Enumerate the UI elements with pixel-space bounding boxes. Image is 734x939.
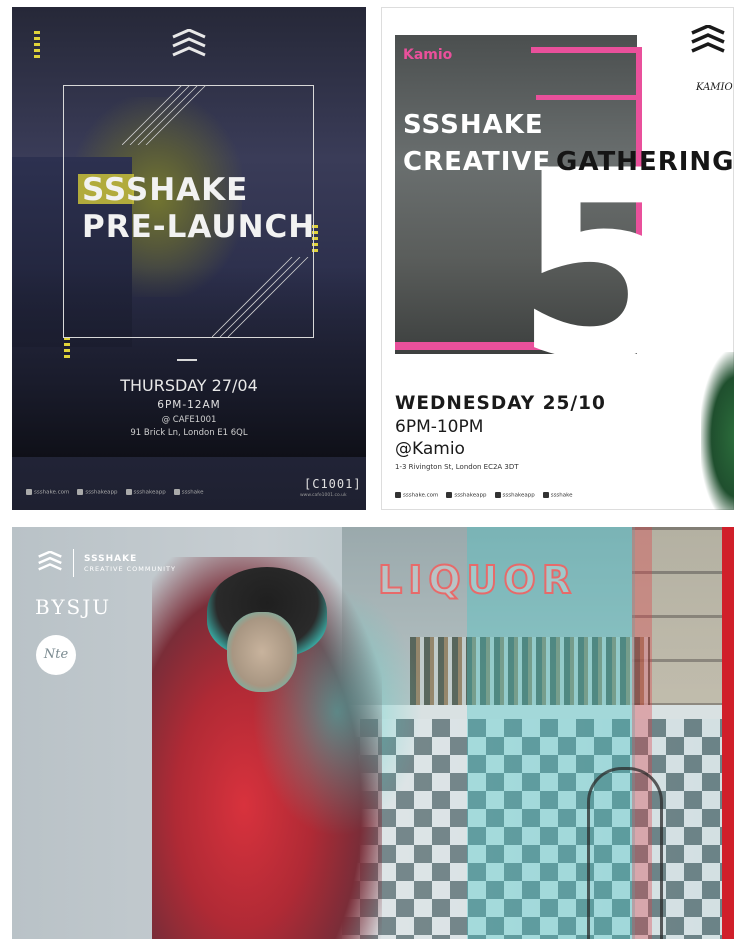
title-line-1: SSSHAKE xyxy=(82,172,249,208)
globe-icon xyxy=(26,489,32,495)
cafe1001-url[interactable]: www.cafe1001.co.uk xyxy=(300,493,347,498)
facebook-icon xyxy=(173,489,180,495)
twitter-link[interactable]: ssshakeapp xyxy=(446,492,487,499)
divider xyxy=(177,359,197,361)
brand-subtitle: CREATIVE COMMUNITY xyxy=(84,564,176,573)
event-date: THURSDAY 27/04 xyxy=(120,376,258,395)
instagram-link[interactable]: ssshakeapp xyxy=(494,492,535,499)
twitter-link[interactable]: ssshakeapp xyxy=(77,489,118,496)
event-date: WEDNESDAY 25/10 xyxy=(395,393,606,414)
title-line-2b: GATHERING xyxy=(556,147,734,177)
red-edge-strip xyxy=(722,527,734,939)
pink-bar-mid xyxy=(536,95,636,100)
title-line-2a: CREATIVE xyxy=(403,147,552,177)
kamio-logo: KAMIO xyxy=(696,82,733,93)
instagram-link[interactable]: ssshakeapp xyxy=(125,489,166,496)
shop-sign: Kamio xyxy=(403,47,453,63)
diagonal-lines-top xyxy=(122,85,207,145)
twitter-icon xyxy=(77,489,84,495)
yellow-bars-left-bottom xyxy=(64,337,70,361)
nte-logo: Nte xyxy=(36,635,76,675)
bentwood-chair xyxy=(587,767,663,939)
brand-header: SSSHAKE CREATIVE COMMUNITY xyxy=(37,549,176,577)
poster-pre-launch: SSSHAKE PRE-LAUNCH THURSDAY 27/04 6PM-12… xyxy=(12,7,366,510)
twitter-icon xyxy=(446,492,453,498)
cafe1001-logo: [C1001] xyxy=(304,477,362,491)
poster-creative-community: LIQUOR SSSHAKE CREATIVE COMMUNITY BYSJU … xyxy=(12,527,734,939)
diagonal-lines-bottom xyxy=(212,257,309,337)
bysju-logo: BYSJU xyxy=(35,595,112,619)
event-venue: @Kamio xyxy=(395,439,465,459)
header-divider xyxy=(73,549,74,577)
model-face xyxy=(227,612,297,692)
yellow-bars-left-top xyxy=(34,31,40,61)
instagram-icon xyxy=(494,492,501,498)
website-link[interactable]: ssshake.com xyxy=(26,489,69,496)
ssshake-logo-icon xyxy=(691,25,725,53)
pink-bar-top xyxy=(531,47,641,53)
title-line-1: SSSHAKE xyxy=(403,110,544,140)
ssshake-logo-icon xyxy=(38,551,62,571)
event-address: 91 Brick Ln, London E1 6QL xyxy=(130,428,248,438)
number-five: 5 xyxy=(514,116,695,418)
event-address: 1-3 Rivington St, London EC2A 3DT xyxy=(395,463,519,471)
ssshake-logo-icon xyxy=(172,29,206,57)
social-footer: ssshake.com ssshakeapp ssshakeapp ssshak… xyxy=(395,492,573,499)
facebook-link[interactable]: ssshake xyxy=(542,492,573,499)
facebook-icon xyxy=(542,492,549,498)
poster-creative-gathering: 5 Kamio SSSHAKE CREATIVE GATHERING KAMIO… xyxy=(381,7,734,510)
brand-title: SSSHAKE xyxy=(84,553,138,564)
social-footer: ssshake.com ssshakeapp ssshakeapp ssshak… xyxy=(26,489,204,496)
globe-icon xyxy=(395,492,401,498)
event-time: 6PM-12AM xyxy=(157,399,221,411)
plant-leaf xyxy=(701,352,734,510)
facebook-link[interactable]: ssshake xyxy=(173,489,204,496)
poster-title: SSSHAKE PRE-LAUNCH xyxy=(82,172,315,246)
title-line-2: PRE-LAUNCH xyxy=(82,209,316,245)
event-venue: @ CAFE1001 xyxy=(161,415,217,425)
website-link[interactable]: ssshake.com xyxy=(395,492,438,499)
event-time: 6PM-10PM xyxy=(395,417,484,437)
instagram-icon xyxy=(125,489,132,495)
